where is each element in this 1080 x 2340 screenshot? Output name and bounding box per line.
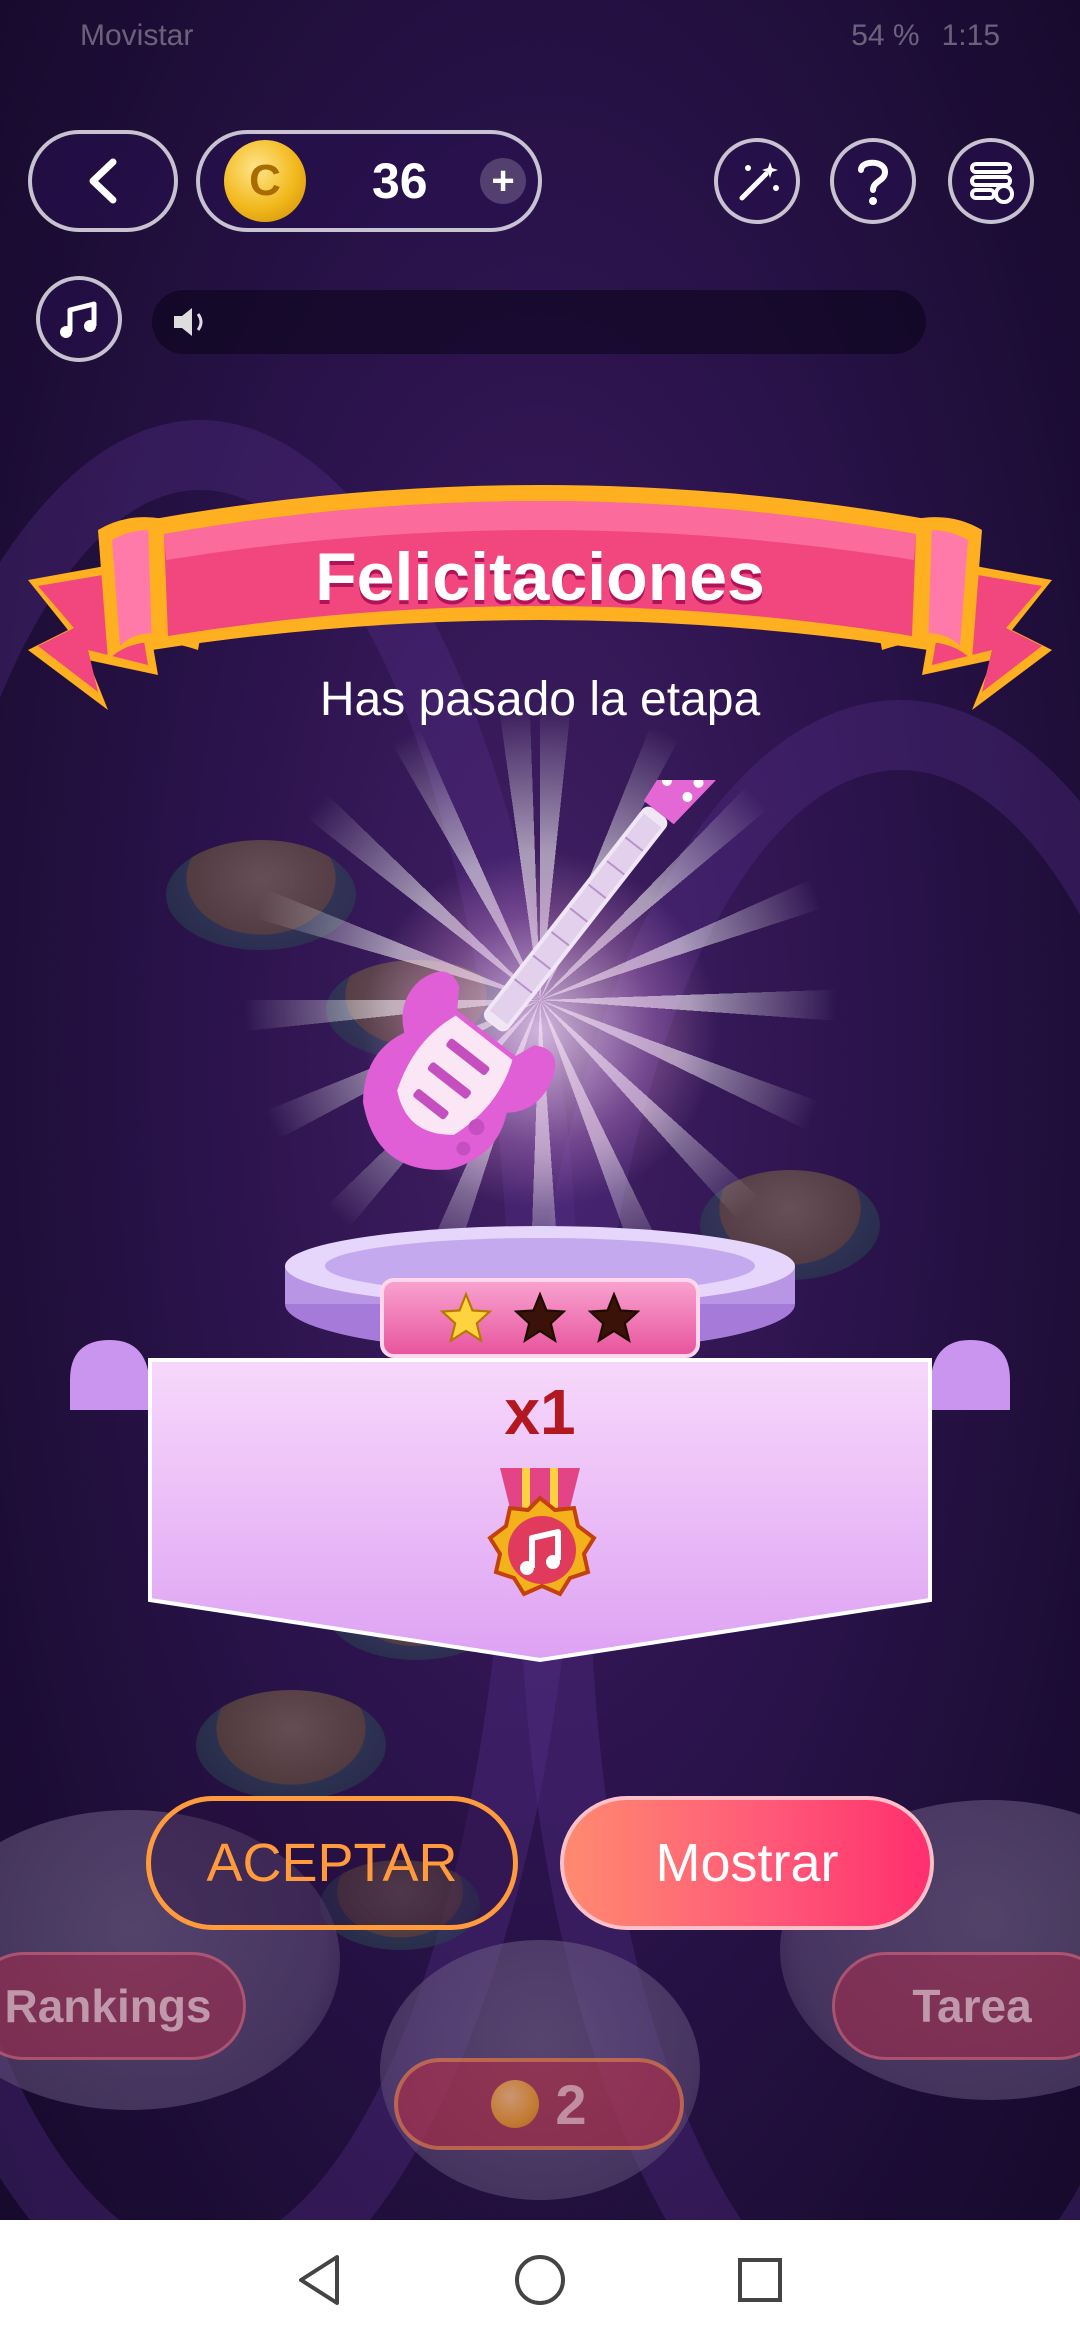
guitar-reward-icon <box>362 780 716 1170</box>
coin-balance[interactable]: C 36 + <box>196 130 542 232</box>
time-label: 1:15 <box>941 19 1000 52</box>
music-medal-icon <box>487 1468 597 1597</box>
back-triangle-icon <box>299 2255 339 2305</box>
coin-icon: C <box>224 140 306 222</box>
recents-square-icon <box>738 2258 782 2302</box>
reward-multiplier: x1 <box>504 1376 576 1448</box>
nav-recents-button[interactable] <box>730 2250 790 2310</box>
music-button[interactable] <box>36 276 122 362</box>
play-cost-value: 2 <box>555 2072 587 2136</box>
magic-wand-icon <box>739 162 779 201</box>
rankings-tab: Rankings <box>0 1952 246 2060</box>
back-button[interactable] <box>28 130 178 232</box>
dialog-title: Felicitaciones <box>315 539 765 615</box>
music-note-icon <box>60 301 97 338</box>
coin-count: 36 <box>372 153 428 209</box>
nav-back-button[interactable] <box>290 2250 350 2310</box>
play-cost-badge: 2 <box>394 2058 684 2150</box>
nav-home-button[interactable] <box>510 2250 570 2310</box>
task-tab: Tarea <box>832 1952 1080 2060</box>
show-button[interactable]: Mostrar <box>560 1796 934 1930</box>
speaker-icon <box>174 308 203 336</box>
coin-icon <box>491 2080 540 2128</box>
help-button[interactable] <box>830 138 916 224</box>
status-bar: Movistar 54 % 1:15 <box>0 0 1080 72</box>
menu-button[interactable] <box>948 138 1034 224</box>
battery-label: 54 % <box>851 19 920 52</box>
back-icon <box>89 158 117 204</box>
add-coins-button[interactable]: + <box>480 158 526 204</box>
carrier-label: Movistar <box>80 19 194 52</box>
help-icon <box>858 159 889 205</box>
sound-progress-bar[interactable] <box>152 290 926 354</box>
home-circle-icon <box>515 2255 565 2305</box>
menu-icon <box>970 162 1014 204</box>
magic-wand-button[interactable] <box>714 138 800 224</box>
accept-button[interactable]: ACEPTAR <box>146 1796 518 1930</box>
system-nav-bar <box>0 2220 1080 2340</box>
